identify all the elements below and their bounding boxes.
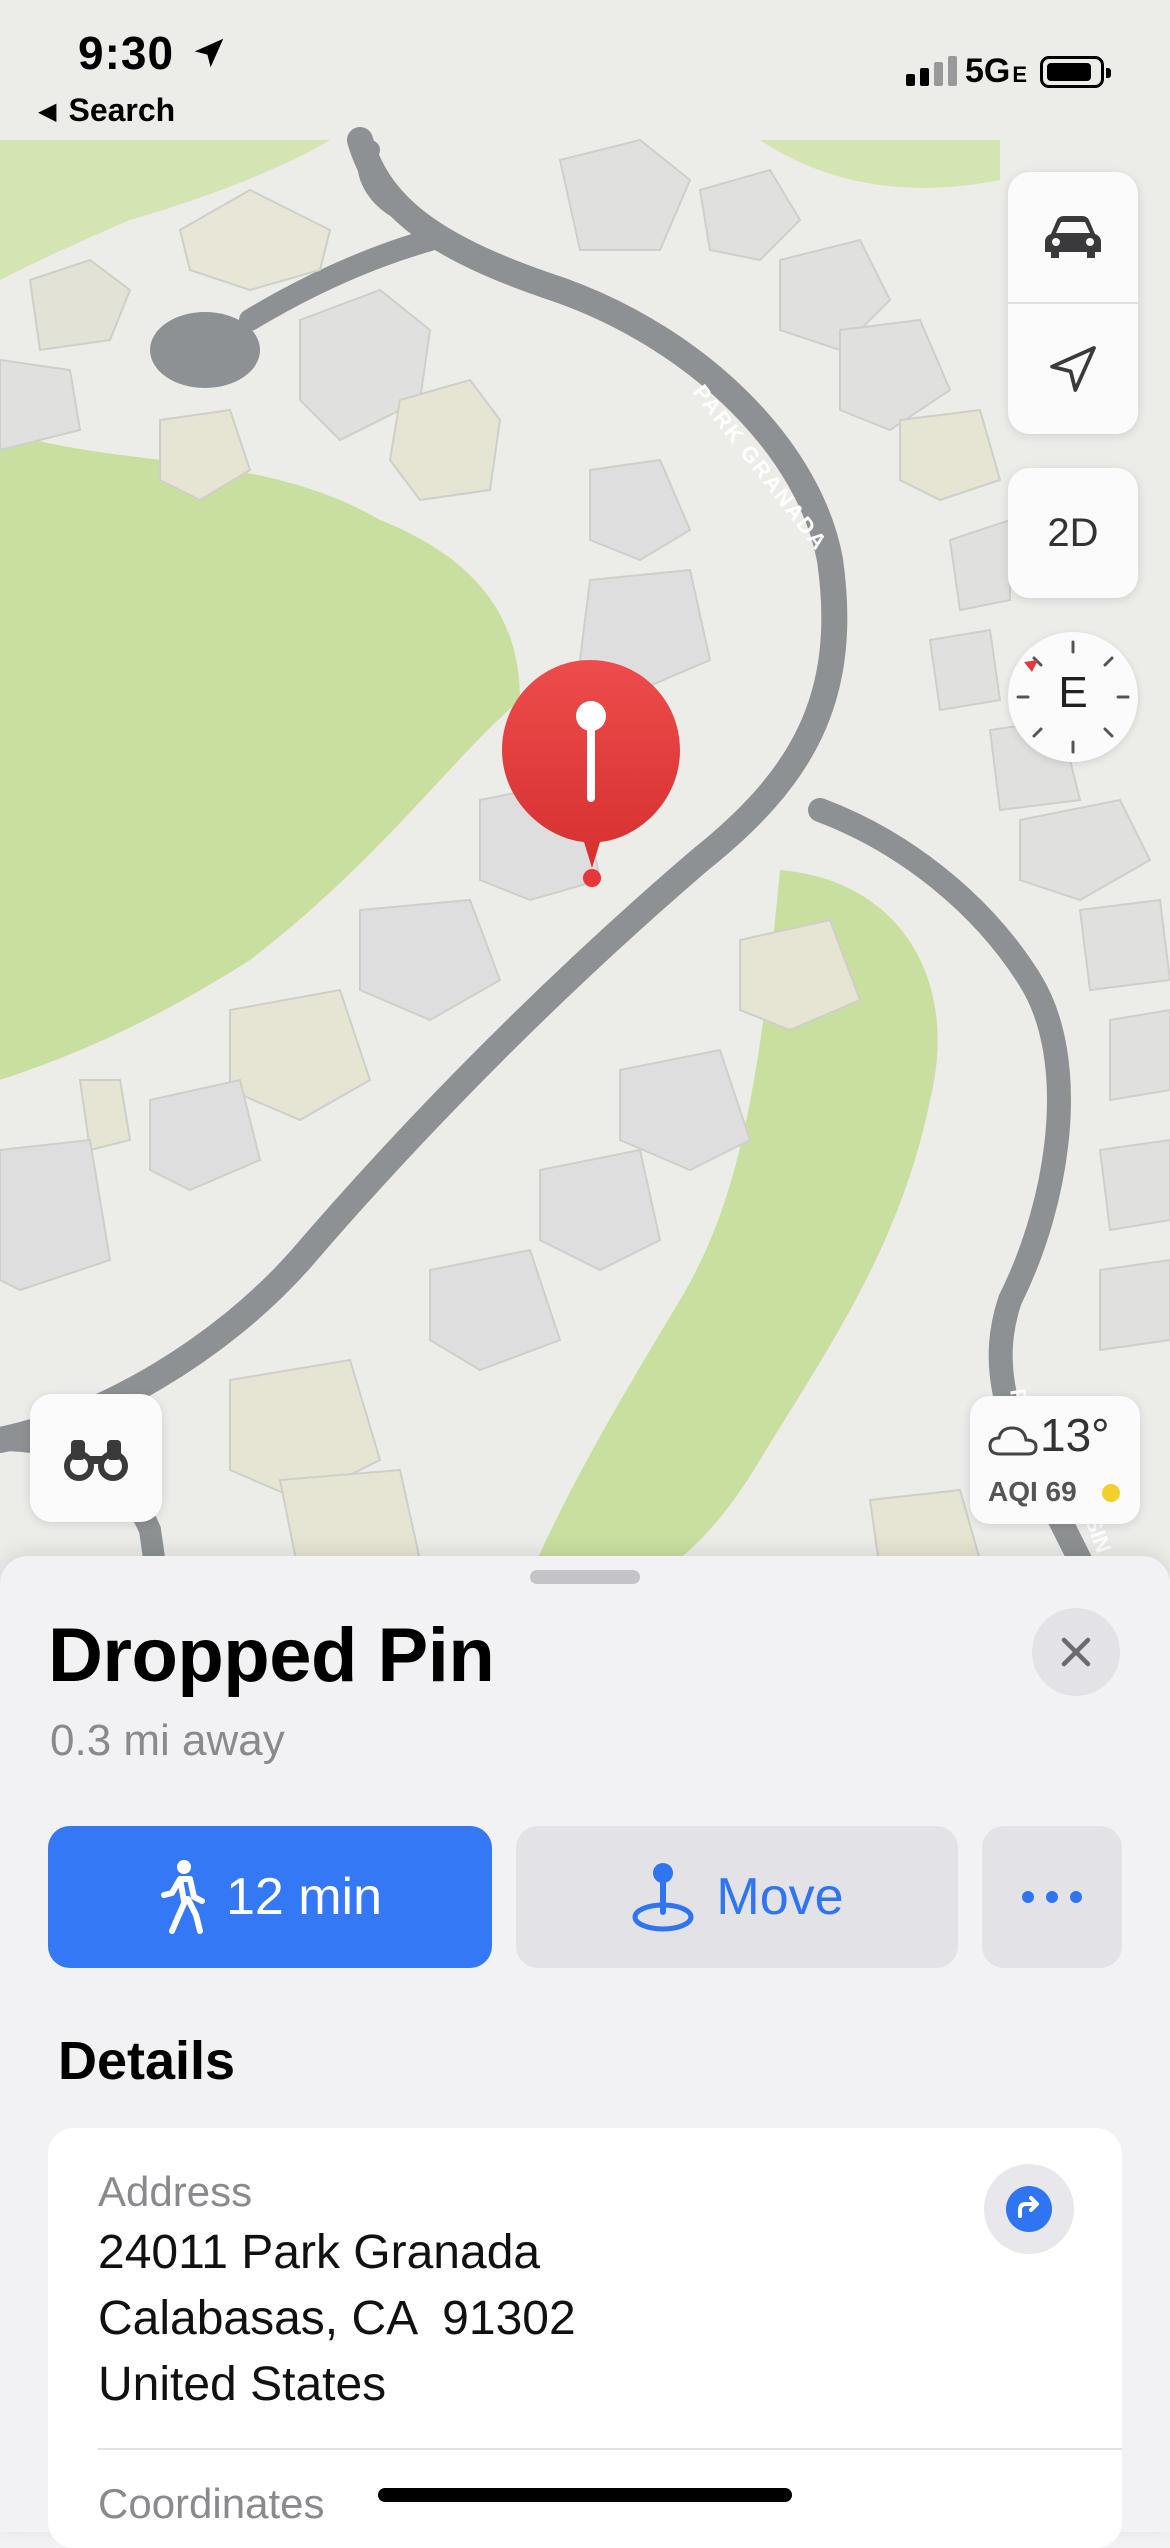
- address-line-3: United States: [98, 2358, 387, 2411]
- air-quality-index: AQI 69: [988, 1476, 1077, 1507]
- walking-time-label: 12 min: [225, 1868, 383, 1926]
- place-title: Dropped Pin: [48, 1613, 495, 1698]
- network-indicator: 5GE: [965, 52, 1028, 90]
- binoculars-icon: [64, 1440, 128, 1481]
- aqi-indicator-dot: [1102, 1484, 1120, 1502]
- cellular-signal-icon: [906, 56, 957, 86]
- place-card-sheet: Dropped Pin 0.3 mi away 12 min Move Deta…: [0, 1556, 1170, 2548]
- view-mode-2d-button[interactable]: 2D: [1008, 468, 1138, 598]
- weather-widget[interactable]: 13° AQI 69: [970, 1396, 1140, 1524]
- back-triangle-icon: ◀: [38, 98, 57, 125]
- status-time: 9:30: [78, 27, 175, 79]
- close-button[interactable]: [1032, 1608, 1120, 1696]
- home-indicator[interactable]: [378, 2488, 792, 2502]
- back-to-search[interactable]: ◀ Search: [38, 92, 175, 129]
- status-bar: 9:30 ◀ Search 5GE: [0, 0, 1170, 140]
- map-view[interactable]: PARK GRANADA P SIN: [0, 0, 1170, 1600]
- address-text[interactable]: 24011 Park Granada Calabasas, CA 91302 U…: [98, 2220, 576, 2418]
- driving-mode-button[interactable]: [1008, 172, 1138, 302]
- directions-arrow-icon: [1006, 2186, 1052, 2232]
- move-label: Move: [716, 1868, 844, 1926]
- address-line-1: 24011 Park Granada: [98, 2226, 541, 2279]
- walking-directions-button[interactable]: 12 min: [48, 1826, 492, 1968]
- ellipsis-icon: [1022, 1891, 1082, 1903]
- look-around-button[interactable]: [30, 1394, 162, 1522]
- coordinates-label: Coordinates: [98, 2480, 325, 2527]
- car-icon: [1045, 216, 1101, 258]
- close-icon: [1061, 1637, 1091, 1667]
- card-divider: [98, 2448, 1122, 2450]
- map-control-group: [1008, 172, 1138, 434]
- compass-heading: E: [1058, 668, 1088, 717]
- more-options-button[interactable]: [982, 1826, 1122, 1968]
- address-label: Address: [98, 2168, 253, 2215]
- weather-temperature: 13°: [1040, 1409, 1110, 1461]
- compass-button[interactable]: E: [1008, 632, 1138, 762]
- cloud-icon: [988, 1426, 1038, 1456]
- move-pin-button[interactable]: Move: [516, 1826, 958, 1968]
- walking-person-icon: [160, 1860, 205, 1934]
- back-label: Search: [68, 92, 176, 128]
- distance-label: 0.3 mi away: [50, 1716, 285, 1765]
- sheet-grabber[interactable]: [530, 1570, 640, 1584]
- address-card: Address 24011 Park Granada Calabasas, CA…: [48, 2128, 1122, 2548]
- details-heading: Details: [58, 2031, 236, 2091]
- location-services-icon: [194, 38, 224, 68]
- pin-move-icon: [632, 1863, 694, 1932]
- directions-button[interactable]: [984, 2164, 1074, 2254]
- address-line-2: Calabasas, CA 91302: [98, 2292, 576, 2345]
- battery-icon: [1040, 56, 1111, 88]
- location-arrow-icon: [1050, 346, 1096, 392]
- current-location-button[interactable]: [1008, 304, 1138, 434]
